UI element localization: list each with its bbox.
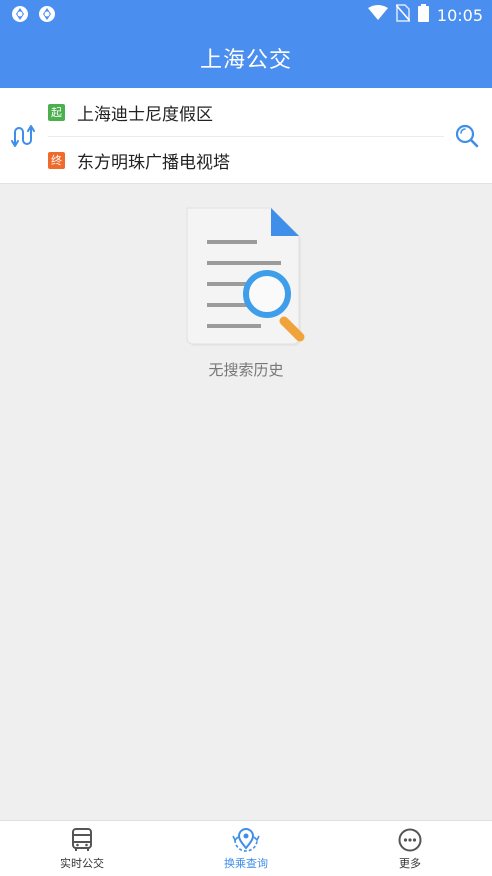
nav-label: 换乘查询 bbox=[224, 856, 268, 870]
bottom-nav: 实时公交 换乘查询 更多 bbox=[0, 820, 492, 876]
no-sim-icon bbox=[395, 4, 411, 26]
end-tag: 终 bbox=[48, 151, 65, 169]
start-location-row[interactable]: 起 上海迪士尼度假区 bbox=[48, 100, 213, 125]
app-header: 上海公交 bbox=[0, 28, 492, 88]
document-search-icon bbox=[186, 207, 305, 346]
swap-icon bbox=[11, 125, 35, 147]
wifi-icon bbox=[367, 5, 388, 25]
divider bbox=[48, 136, 444, 137]
app-notification-icon bbox=[38, 5, 56, 27]
transfer-location-icon bbox=[232, 827, 260, 852]
nav-label: 更多 bbox=[399, 856, 421, 870]
end-location-row[interactable]: 终 东方明珠广播电视塔 bbox=[48, 148, 230, 173]
search-button[interactable] bbox=[452, 121, 482, 151]
start-tag: 起 bbox=[48, 103, 65, 121]
end-location-name: 东方明珠广播电视塔 bbox=[77, 152, 230, 173]
app-notification-icon bbox=[11, 5, 29, 27]
swap-route-button[interactable] bbox=[8, 121, 38, 151]
clock: 10:05 bbox=[436, 5, 483, 25]
nav-item-more[interactable]: 更多 bbox=[328, 821, 492, 876]
route-input-card: 起 上海迪士尼度假区 终 东方明珠广播电视塔 bbox=[0, 88, 492, 184]
nav-item-transfer-query[interactable]: 换乘查询 bbox=[164, 821, 328, 876]
more-icon bbox=[398, 828, 422, 851]
search-icon bbox=[455, 124, 479, 148]
page-title: 上海公交 bbox=[199, 48, 292, 73]
empty-history-message: 无搜索历史 bbox=[208, 361, 284, 379]
battery-icon bbox=[417, 4, 429, 26]
bus-icon bbox=[72, 827, 92, 851]
nav-item-realtime-bus[interactable]: 实时公交 bbox=[0, 821, 164, 876]
nav-label: 实时公交 bbox=[60, 856, 104, 870]
status-bar: 10:05 bbox=[0, 0, 492, 28]
start-location-name: 上海迪士尼度假区 bbox=[77, 104, 213, 125]
empty-history: 无搜索历史 bbox=[0, 206, 492, 380]
